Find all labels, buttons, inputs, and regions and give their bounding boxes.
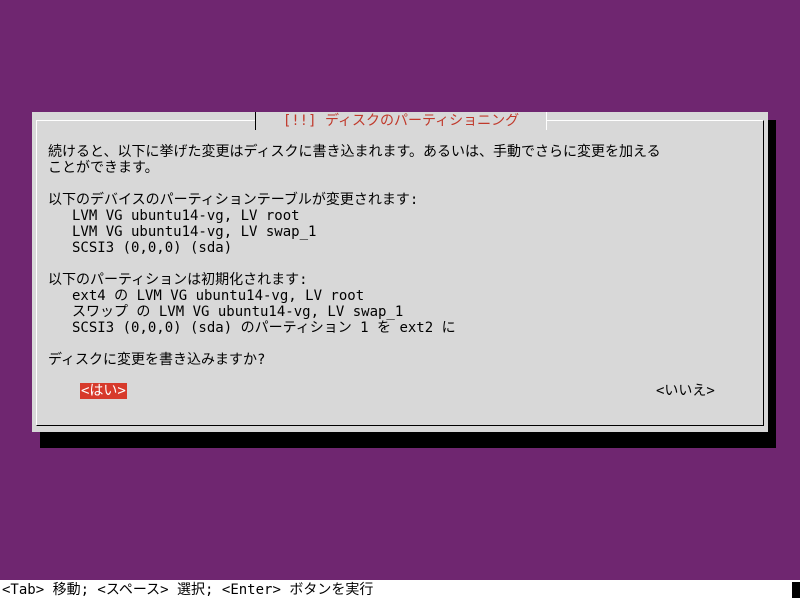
table-item: SCSI3 (0,0,0) (sda) xyxy=(72,240,233,256)
status-bar-text: <Tab> 移動; <スペース> 選択; <Enter> ボタンを実行 xyxy=(2,582,374,598)
format-item: スワップ の LVM VG ubuntu14-vg, LV swap_1 xyxy=(72,304,404,320)
tables-heading: 以下のデバイスのパーティションテーブルが変更されます: xyxy=(48,192,419,208)
no-button[interactable]: <いいえ> xyxy=(656,383,715,399)
dialog-title: [!!] ディスクのパーティショニング xyxy=(255,112,547,130)
format-heading: 以下のパーティションは初期化されます: xyxy=(48,272,308,288)
status-bar: <Tab> 移動; <スペース> 選択; <Enter> ボタンを実行 xyxy=(0,580,800,600)
intro-line: ことができます。 xyxy=(48,160,159,176)
intro-line: 続けると、以下に挙げた変更はディスクに書き込まれます。あるいは、手動でさらに変更… xyxy=(48,144,661,160)
format-item: ext4 の LVM VG ubuntu14-vg, LV root xyxy=(72,288,365,304)
dialog-content: 続けると、以下に挙げた変更はディスクに書き込まれます。あるいは、手動でさらに変更… xyxy=(48,144,760,368)
confirm-question: ディスクに変更を書き込みますか? xyxy=(48,352,266,368)
cursor-block xyxy=(792,582,800,598)
table-item: LVM VG ubuntu14-vg, LV swap_1 xyxy=(72,224,317,240)
format-item: SCSI3 (0,0,0) (sda) のパーティション 1 を ext2 に xyxy=(72,320,456,336)
yes-button[interactable]: <はい> xyxy=(80,383,127,399)
partition-confirm-dialog: [!!] ディスクのパーティショニング 続けると、以下に挙げた変更はディスクに書… xyxy=(32,112,768,432)
table-item: LVM VG ubuntu14-vg, LV root xyxy=(72,208,300,224)
